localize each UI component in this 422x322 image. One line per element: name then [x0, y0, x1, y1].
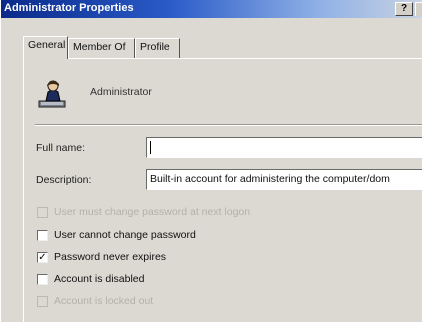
description-value: Built-in account for administering the c…: [150, 173, 390, 185]
full-name-field[interactable]: [146, 137, 422, 158]
properties-dialog: Administrator Properties ? General Membe…: [0, 0, 422, 322]
account-locked-out-label: Account is locked out: [54, 295, 154, 307]
tab-profile[interactable]: Profile: [135, 38, 180, 58]
password-never-expires-checkbox[interactable]: ✓: [37, 252, 48, 263]
title-bar[interactable]: Administrator Properties ?: [1, 0, 422, 18]
cannot-change-password-label: User cannot change password: [54, 229, 196, 241]
window-title: Administrator Properties: [4, 2, 134, 14]
description-label: Description:: [36, 174, 92, 186]
text-caret: [150, 141, 151, 154]
help-button[interactable]: ?: [395, 2, 413, 16]
cannot-change-password-checkbox[interactable]: [37, 230, 48, 241]
user-icon: [38, 80, 66, 108]
account-disabled-label: Account is disabled: [54, 273, 145, 285]
must-change-password-checkbox[interactable]: [37, 207, 48, 218]
must-change-password-label: User must change password at next logon: [54, 206, 251, 218]
password-never-expires-label: Password never expires: [54, 251, 167, 263]
description-field[interactable]: Built-in account for administering the c…: [146, 169, 422, 190]
full-name-label: Full name:: [36, 142, 86, 154]
tab-general[interactable]: General: [23, 36, 68, 59]
user-name: Administrator: [90, 86, 152, 98]
close-button[interactable]: [415, 2, 422, 16]
account-disabled-checkbox[interactable]: [37, 274, 48, 285]
separator: [35, 124, 422, 126]
tab-member-of[interactable]: Member Of: [68, 38, 135, 58]
account-locked-out-checkbox[interactable]: [37, 296, 48, 307]
